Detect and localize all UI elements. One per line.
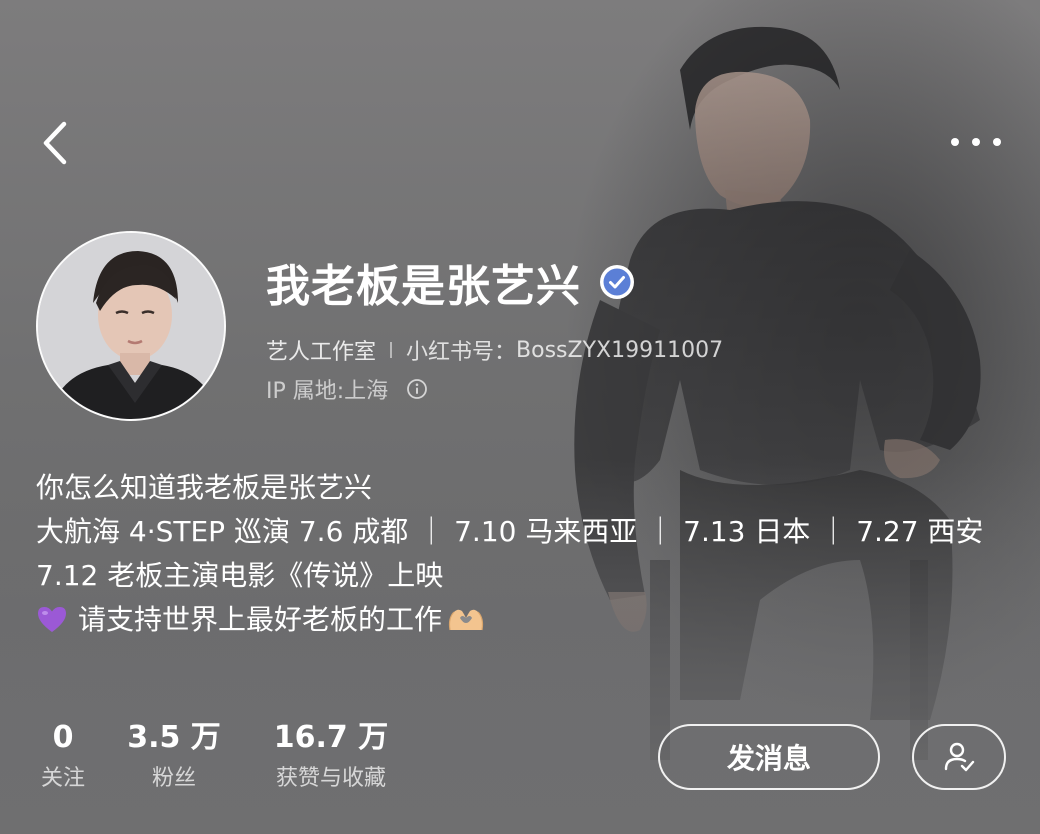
following-count: 0 [52,720,74,755]
stat-likes-collections[interactable]: 16.7 万 获赞与收藏 [260,718,402,794]
nickname-row: 我老板是张艺兴 [266,250,635,314]
bio-line: 大航海 4·STEP 巡演 7.6 成都 ｜ 7.10 马来西亚 ｜ 7.13 … [36,515,984,548]
likes-count: 16.7 万 [273,720,389,755]
verified-badge-icon[interactable] [599,264,635,300]
likes-label: 获赞与收藏 [275,766,386,791]
bio-support-text: 请支持世界上最好老板的工作 [78,603,443,636]
account-id-label: 小红书号： [406,340,517,365]
ip-location-row: IP 属地: 上海 [266,373,428,405]
nickname: 我老板是张艺兴 [266,261,581,312]
user-check-icon [944,742,975,772]
bio-line: 7.12 老板主演电影《传说》上映 [36,559,444,592]
avatar[interactable] [36,231,226,421]
stat-following[interactable]: 0 关注 [34,718,92,794]
send-message-button[interactable]: 发消息 [658,724,880,790]
account-tag: 艺人工作室 [266,340,377,365]
more-button[interactable] [946,122,1006,162]
bio: 你怎么知道我老板是张艺兴 大航海 4·STEP 巡演 7.6 成都 ｜ 7.10… [36,466,1016,642]
heart-hands-emoji [448,609,484,631]
ip-location: 上海 [344,379,389,404]
fans-count: 3.5 万 [127,720,221,755]
followed-button[interactable] [912,724,1006,790]
following-label: 关注 [40,766,85,791]
fans-label: 粉丝 [151,766,196,791]
bio-line: 你怎么知道我老板是张艺兴 [36,471,373,504]
profile-page: 我老板是张艺兴 艺人工作室 小红书号： BossZYX19911007 IP 属… [0,0,1040,834]
ip-label: IP 属地: [266,379,345,404]
meta-divider [390,342,393,358]
avatar-photo [38,233,224,419]
profile-meta: 艺人工作室 小红书号： BossZYX19911007 [266,334,723,366]
account-id[interactable]: BossZYX19911007 [516,338,723,363]
back-button[interactable] [34,116,78,170]
info-icon[interactable] [406,378,428,400]
bio-line-support: 请支持世界上最好老板的工作 [36,598,1016,642]
chevron-left-icon [43,121,67,165]
purple-heart-emoji [38,607,66,632]
more-dots-icon [951,138,1001,146]
stat-fans[interactable]: 3.5 万 粉丝 [124,718,224,794]
